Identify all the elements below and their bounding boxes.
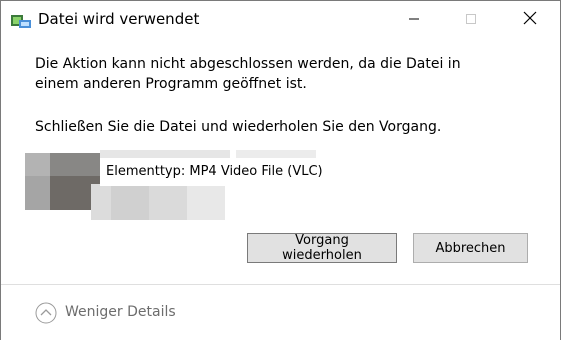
window-title: Datei wird verwendet <box>38 10 200 28</box>
instruction-message: Schließen Sie die Datei und wiederholen … <box>35 119 442 135</box>
details-footer: Weniger Details <box>1 284 560 340</box>
maximize-button[interactable] <box>448 1 494 38</box>
dialog-content: Die Aktion kann nicht abgeschlossen werd… <box>1 38 560 284</box>
cancel-button[interactable]: Abbrechen <box>413 233 528 263</box>
dialog-window: Datei wird verwendet Die Aktion kann nic… <box>0 0 561 340</box>
file-in-use-icon <box>11 13 31 28</box>
error-message: Die Aktion kann nicht abgeschlossen werd… <box>35 56 461 92</box>
title-bar[interactable]: Datei wird verwendet <box>1 1 560 38</box>
fewer-details-toggle[interactable]: Weniger Details <box>65 304 176 320</box>
close-icon <box>523 10 537 29</box>
chevron-up-circle-icon[interactable] <box>35 302 57 324</box>
minimize-button[interactable] <box>391 1 437 38</box>
file-item-type: Elementtyp: MP4 Video File (VLC) <box>100 158 329 186</box>
retry-button[interactable]: Vorgang wiederholen <box>247 233 397 263</box>
close-button[interactable] <box>507 1 553 38</box>
maximize-icon <box>465 10 477 29</box>
minimize-icon <box>408 10 420 29</box>
